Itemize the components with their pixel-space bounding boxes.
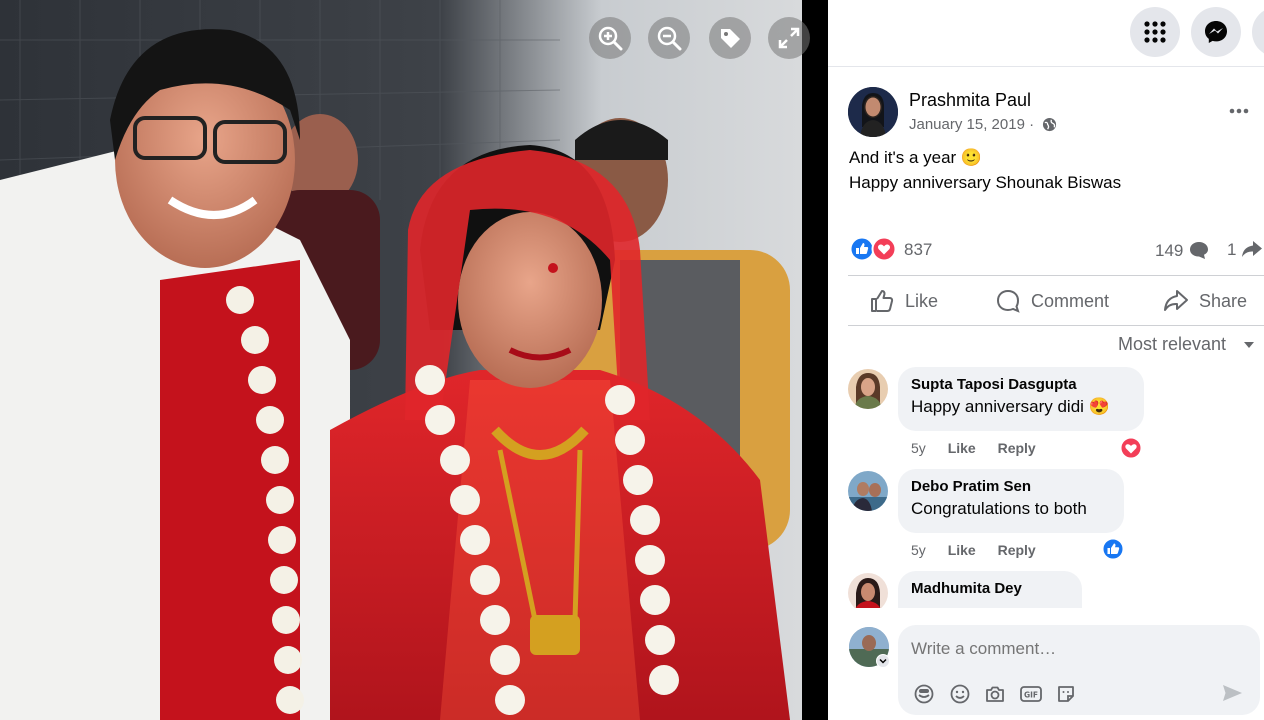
comment-text: Congratulations to both <box>911 499 1087 518</box>
comment-bubble: Debo Pratim Sen Congratulations to both <box>898 469 1124 533</box>
share-icon <box>1164 290 1188 311</box>
divider-top <box>848 275 1264 276</box>
zoom-out-icon <box>657 26 682 51</box>
like-label: Like <box>905 290 939 311</box>
account-switch-chevron-icon[interactable] <box>876 654 890 668</box>
post-text-line-2: Happy anniversary Shounak Biswas <box>849 173 1122 192</box>
menu-grid-icon <box>1144 21 1166 43</box>
commenter-name[interactable]: Madhumita Dey <box>911 580 1069 597</box>
commenter-avatar-image <box>848 369 888 409</box>
comment-bubble-icon <box>1190 242 1209 259</box>
send-icon[interactable] <box>1221 682 1243 704</box>
comment-count[interactable]: 149 <box>1155 240 1210 261</box>
like-icon <box>871 290 894 312</box>
comment-meta: 5y Like Reply <box>911 440 1036 456</box>
svg-text:GIF: GIF <box>1024 691 1038 700</box>
comment-like-link[interactable]: Like <box>948 440 976 456</box>
messenger-icon <box>1205 21 1227 43</box>
reaction-icons <box>849 236 897 262</box>
comment-reply-link[interactable]: Reply <box>998 542 1036 558</box>
commenter-avatar-image <box>848 573 888 608</box>
share-count[interactable]: 1 <box>1227 240 1263 260</box>
share-button[interactable]: Share <box>1163 286 1247 316</box>
comment-icon <box>996 289 1020 313</box>
menu-button[interactable] <box>1130 7 1180 57</box>
gif-icon[interactable]: GIF <box>1019 683 1043 705</box>
fullscreen-button[interactable] <box>768 17 810 59</box>
photo-viewer <box>0 0 828 720</box>
sticker-icon[interactable] <box>1055 683 1077 705</box>
chevron-down-icon[interactable] <box>1243 341 1255 349</box>
like-reaction-icon[interactable] <box>1101 537 1125 561</box>
reaction-count[interactable]: 837 <box>904 240 932 260</box>
author-name[interactable]: Prashmita Paul <box>909 90 1031 111</box>
zoom-in-button[interactable] <box>589 17 631 59</box>
comment-button[interactable]: Comment <box>995 286 1109 316</box>
comment-like-link[interactable]: Like <box>948 542 976 558</box>
share-arrow-icon <box>1242 241 1263 257</box>
comment-composer: GIF <box>898 625 1260 715</box>
comment-time[interactable]: 5y <box>911 440 926 456</box>
comment-label: Comment <box>1031 290 1110 311</box>
comment-bubble: Supta Taposi Dasgupta Happy anniversary … <box>898 367 1144 431</box>
post-date[interactable]: January 15, 2019 · <box>909 116 1034 133</box>
share-label: Share <box>1199 290 1248 311</box>
commenter-avatar[interactable] <box>848 573 888 608</box>
post-side-panel: Prashmita Paul January 15, 2019 · And it… <box>828 0 1264 720</box>
more-options-icon[interactable] <box>1228 100 1250 122</box>
author-avatar-image <box>848 87 898 137</box>
comment-text: Happy anniversary didi 😍 <box>911 397 1110 416</box>
like-button[interactable]: Like <box>869 286 938 316</box>
commenter-avatar-image <box>848 471 888 511</box>
comment-time[interactable]: 5y <box>911 542 926 558</box>
commenter-name[interactable]: Supta Taposi Dasgupta <box>911 376 1131 393</box>
comment-meta: 5y Like Reply <box>911 542 1036 558</box>
comment-sort-dropdown[interactable]: Most relevant <box>1118 334 1226 355</box>
comment-clip: Madhumita Dey <box>828 560 1264 608</box>
tag-icon <box>721 29 740 48</box>
emoji-icon[interactable] <box>949 683 971 705</box>
commenter-avatar[interactable] <box>848 471 888 511</box>
notifications-button[interactable] <box>1252 7 1264 57</box>
top-bar <box>828 0 1264 67</box>
share-count-value: 1 <box>1227 240 1237 259</box>
comment-reply-link[interactable]: Reply <box>998 440 1036 456</box>
love-reaction-icon[interactable] <box>1119 436 1143 460</box>
tag-photo-button[interactable] <box>709 17 751 59</box>
post-photo[interactable] <box>0 0 802 720</box>
commenter-name[interactable]: Debo Pratim Sen <box>911 478 1111 495</box>
camera-icon[interactable] <box>984 683 1006 705</box>
comment-bubble: Madhumita Dey <box>898 571 1082 608</box>
comment-count-value: 149 <box>1155 241 1184 260</box>
fullscreen-icon <box>778 27 800 49</box>
globe-icon <box>1042 117 1057 132</box>
divider-bottom <box>848 325 1264 326</box>
zoom-out-button[interactable] <box>648 17 690 59</box>
comment-input[interactable] <box>911 639 1231 659</box>
messenger-button[interactable] <box>1191 7 1241 57</box>
commenter-avatar[interactable] <box>848 369 888 409</box>
author-avatar[interactable] <box>848 87 898 137</box>
zoom-in-icon <box>598 26 623 51</box>
post-text-line-1: And it's a year 🙂 <box>849 148 983 167</box>
avatar-sticker-icon[interactable] <box>913 683 935 705</box>
wedding-photo-illustration <box>0 0 802 720</box>
